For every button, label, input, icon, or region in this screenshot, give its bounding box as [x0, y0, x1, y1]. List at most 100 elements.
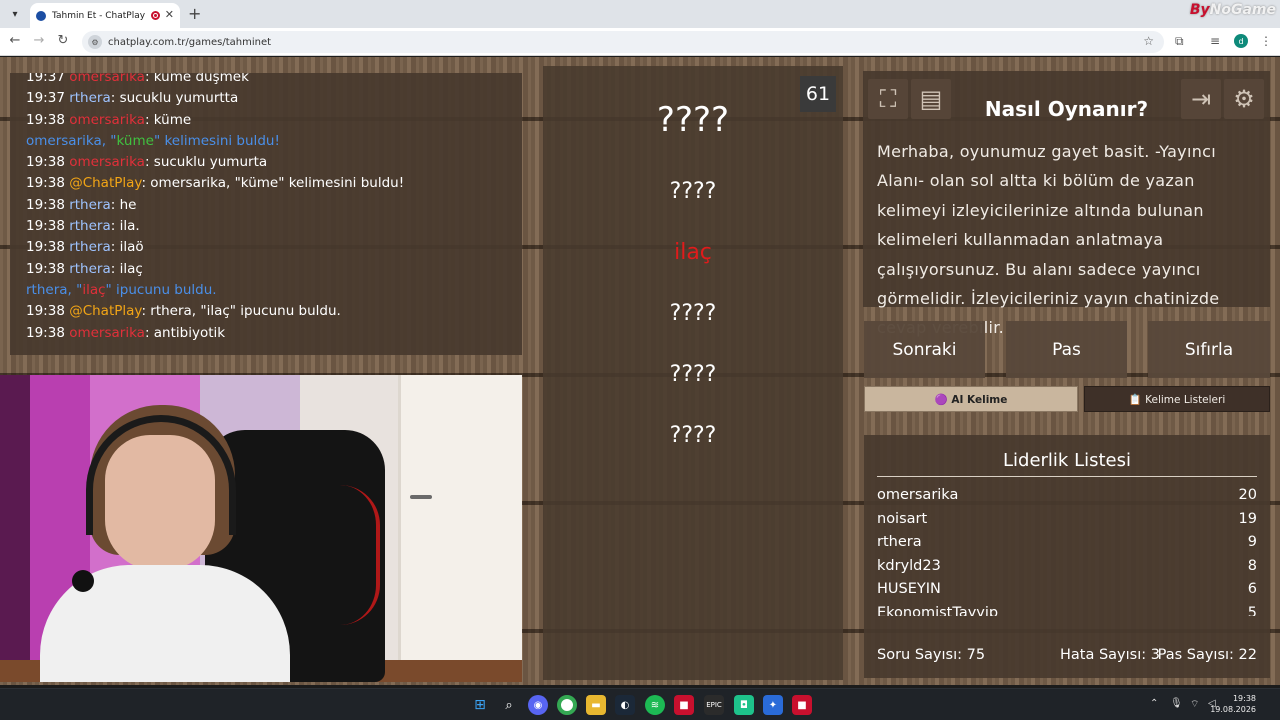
chat-panel: 19:37 omersarika: küme düşmek 19:37 rther… — [10, 73, 522, 355]
chat-username[interactable]: rthera — [69, 261, 111, 277]
site-favicon-icon — [36, 10, 46, 21]
leaderboard-row: EkonomistTayyip 5 — [877, 602, 1257, 616]
chat-separator: : — [110, 218, 120, 235]
pass-count: Pas Sayısı: 22 — [1157, 647, 1257, 663]
chat-username[interactable]: omersarika — [69, 325, 145, 341]
chat-text: ilaç — [119, 260, 143, 277]
chat-username[interactable]: omersarika — [69, 112, 145, 128]
file-explorer-icon[interactable]: ▬ — [586, 695, 606, 715]
network-app-icon[interactable]: ✦ — [763, 695, 783, 715]
system-message-part: " kelimesini buldu! — [153, 132, 280, 149]
wifi-icon[interactable]: ⌔ — [1190, 698, 1199, 711]
leaderboard-row: kdryld23 8 — [877, 555, 1257, 579]
chrome-icon[interactable] — [557, 695, 577, 715]
address-bar[interactable]: ⚙ chatplay.com.tr/games/tahminet ☆ — [82, 31, 1164, 53]
leaderboard-divider — [877, 476, 1257, 477]
extensions-icon[interactable]: ⧉ — [1175, 34, 1184, 49]
chat-separator: : — [110, 239, 120, 256]
leaderboard-name: rthera — [877, 534, 922, 551]
leaderboard-score: 9 — [1247, 534, 1257, 551]
windows-taskbar: ⊞ ⌕ ◉ ▬ ◐ ≋ ■ EPIC ◘ ✦ ■ ⌃ 🎙 ⌔ ◁ 19:38 1… — [0, 688, 1280, 720]
tab-close-icon[interactable]: ✕ — [165, 8, 174, 21]
system-message-part: ilaç — [82, 281, 106, 298]
site-info-icon[interactable]: ⚙ — [88, 35, 102, 49]
forward-arrow-icon[interactable]: → — [30, 33, 48, 48]
chat-username[interactable]: omersarika — [69, 154, 145, 170]
tab-bar: ▾ Tahmin Et - ChatPlay ✕ + ByNoGame — [0, 0, 1280, 28]
browser-tab[interactable]: Tahmin Et - ChatPlay ✕ — [30, 3, 180, 28]
error-count: Hata Sayısı: 3 — [1060, 647, 1160, 663]
word-lists-button[interactable]: 📋 Kelime Listeleri — [1084, 386, 1270, 412]
leaderboard-row: omersarika 20 — [877, 484, 1257, 508]
epic-games-icon[interactable]: EPIC — [704, 695, 724, 715]
tray-chevron-icon[interactable]: ⌃ — [1150, 698, 1158, 709]
reset-button[interactable]: Sıfırla — [1148, 321, 1270, 378]
chat-timestamp: 19:38 — [26, 218, 65, 235]
chat-message: 19:38 rthera: ilaç — [26, 259, 522, 280]
clock-date: 19.08.2026 — [1210, 705, 1256, 714]
system-clock[interactable]: 19:38 19.08.2026 — [1210, 693, 1256, 715]
hint-word-4: ???? — [669, 362, 717, 387]
leaderboard-name: HUSEYIN — [877, 581, 941, 598]
tab-title: Tahmin Et - ChatPlay — [52, 10, 146, 21]
chat-list: 19:37 omersarika: küme düşmek 19:37 rther… — [26, 73, 522, 344]
leaderboard-list[interactable]: omersarika 20 noisart 19 rthera 9 kdryld23 8 HUS… — [877, 484, 1257, 616]
url-text[interactable]: chatplay.com.tr/games/tahminet — [108, 37, 271, 48]
bookmark-star-icon[interactable]: ☆ — [1143, 34, 1154, 48]
chat-message: 19:37 omersarika: küme düşmek — [26, 73, 522, 88]
secret-word: ???? — [656, 100, 730, 140]
chat-text: ila. — [119, 218, 140, 235]
reading-list-icon[interactable]: ≡ — [1210, 34, 1220, 48]
chat-message: 19:38 @ChatPlay: rthera, "ilaç" ipucunu … — [26, 301, 522, 322]
chat-timestamp: 19:38 — [26, 154, 65, 171]
start-menu-icon[interactable]: ⊞ — [470, 695, 490, 715]
how-to-play-panel: ⛶ ▤ ⇥ ⚙ Nasıl Oynanır? Merhaba, oyunumuz… — [863, 71, 1270, 337]
hint-word-1: ???? — [669, 179, 717, 204]
how-to-play-text: Merhaba, oyunumuz gayet basit. -Yayıncı … — [877, 142, 1220, 337]
chat-system-message: omersarika, "küme" kelimesini buldu! — [26, 131, 522, 152]
chat-username[interactable]: @ChatPlay — [69, 175, 141, 191]
back-arrow-icon[interactable]: ← — [6, 33, 24, 48]
pass-button[interactable]: Pas — [1006, 321, 1127, 378]
system-message-part: " ipucunu buldu. — [105, 281, 217, 298]
leaderboard-row: HUSEYIN 6 — [877, 578, 1257, 602]
chat-username[interactable]: rthera — [69, 197, 111, 213]
chat-message: 19:38 @ChatPlay: omersarika, "küme" keli… — [26, 173, 522, 194]
chat-separator: : — [141, 175, 151, 192]
reload-icon[interactable]: ↻ — [54, 33, 72, 48]
chat-text: he — [119, 196, 137, 213]
tab-search-button[interactable]: ▾ — [6, 5, 24, 23]
search-icon[interactable]: ⌕ — [499, 695, 519, 715]
chat-username[interactable]: omersarika — [69, 73, 145, 85]
new-tab-button[interactable]: + — [188, 4, 201, 23]
discord-icon[interactable]: ◉ — [528, 695, 548, 715]
chat-text: rthera, "ilaç" ipucunu buldu. — [150, 303, 341, 320]
chat-username[interactable]: @ChatPlay — [69, 303, 141, 319]
chat-username[interactable]: rthera — [69, 239, 111, 255]
menu-kebab-icon[interactable]: ⋮ — [1260, 34, 1272, 48]
leaderboard-row: rthera 9 — [877, 531, 1257, 555]
chat-username[interactable]: rthera — [69, 218, 111, 234]
chat-separator: : — [144, 154, 154, 171]
app-red-icon[interactable]: ■ — [674, 695, 694, 715]
chat-username[interactable]: rthera — [69, 90, 111, 106]
profile-avatar[interactable]: d — [1234, 34, 1248, 48]
leaderboard-title: Liderlik Listesi — [1003, 450, 1131, 471]
ai-word-button[interactable]: 🟣 AI Kelime — [864, 386, 1078, 412]
leaderboard-row: noisart 19 — [877, 508, 1257, 532]
chat-text: küme düşmek — [153, 73, 249, 85]
webcam-feed — [0, 375, 522, 682]
microphone-tray-icon[interactable]: 🎙 — [1170, 698, 1183, 709]
chair-red-trim — [270, 485, 380, 625]
hint-word-5: ???? — [669, 423, 717, 448]
steam-icon[interactable]: ◐ — [615, 695, 635, 715]
app-red-icon-2[interactable]: ■ — [792, 695, 812, 715]
leaderboard-panel: Liderlik Listesi omersarika 20 noisart 19 rt… — [864, 435, 1270, 678]
chat-timestamp: 19:38 — [26, 239, 65, 256]
words-panel: 61 ???? ???? ilaç ???? ???? ???? — [543, 66, 843, 680]
spotify-icon[interactable]: ≋ — [645, 695, 665, 715]
leaderboard-name: omersarika — [877, 487, 959, 503]
chat-app-icon[interactable]: ◘ — [734, 695, 754, 715]
browser-toolbar: ← → ↻ ⚙ chatplay.com.tr/games/tahminet ☆… — [0, 28, 1280, 56]
next-button[interactable]: Sonraki — [864, 321, 985, 378]
